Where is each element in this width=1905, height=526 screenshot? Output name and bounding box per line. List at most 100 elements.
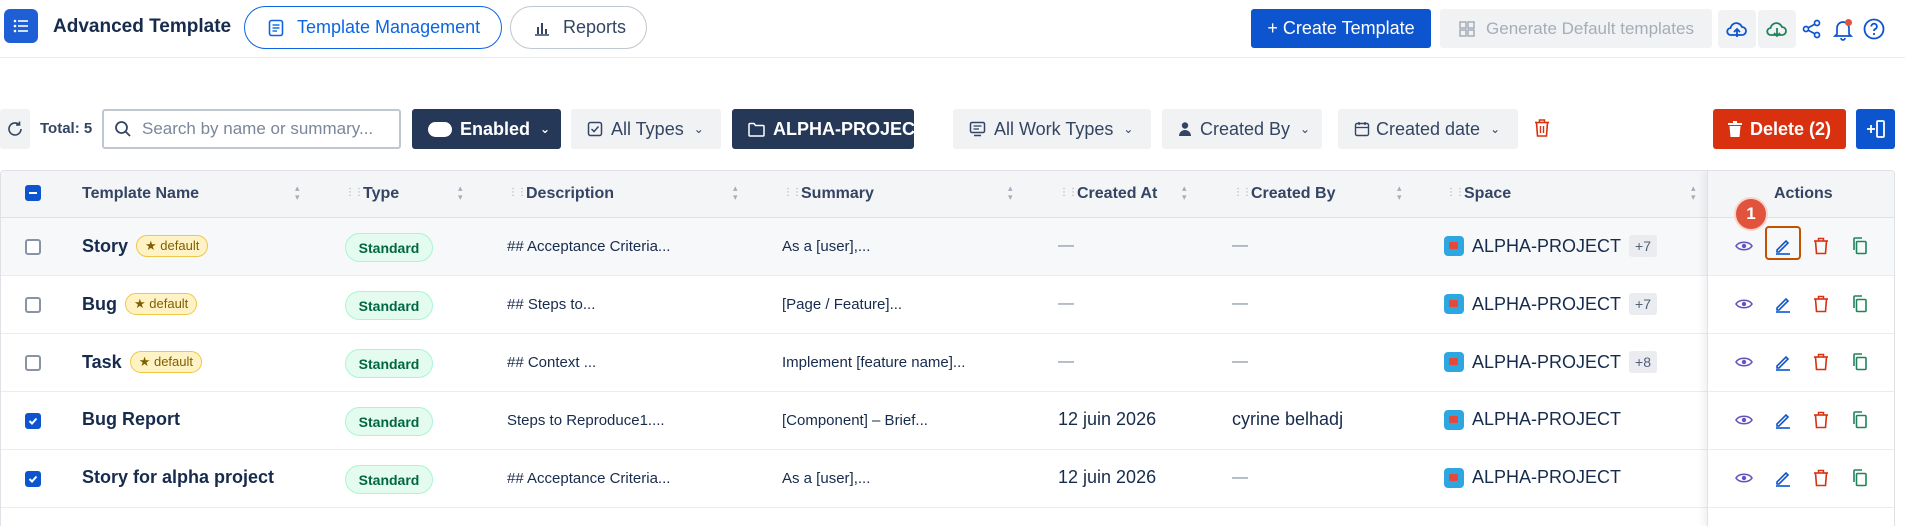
column-header-created-at[interactable]: Created At — [1077, 185, 1157, 203]
column-header-space[interactable]: Space — [1464, 185, 1511, 203]
more-spaces-badge[interactable]: +7 — [1629, 293, 1657, 315]
template-name[interactable]: Story for alpha project — [82, 467, 274, 488]
sort-icon[interactable]: ▴ ▾ — [1182, 184, 1187, 202]
work-type-filter-label: All Work Types — [994, 118, 1114, 139]
space-name: ALPHA-PROJECT — [1472, 409, 1622, 429]
table-row[interactable]: Story for alpha project Standard ## Acce… — [1, 450, 1894, 508]
calendar-icon — [1354, 121, 1370, 137]
status-filter[interactable]: Enabled ⌄ — [412, 109, 561, 149]
refresh-button[interactable] — [0, 109, 30, 149]
type-filter[interactable]: All Types ⌄ — [571, 109, 721, 149]
summary-cell: As a [user],... — [782, 470, 871, 487]
app-menu-icon[interactable] — [4, 9, 38, 43]
delete-icon[interactable] — [1810, 409, 1832, 431]
project-icon — [1444, 409, 1464, 430]
duplicate-icon[interactable] — [1849, 409, 1871, 431]
drag-handle-icon[interactable]: ⋮⋮ — [508, 187, 527, 198]
sort-icon[interactable]: ▴ ▾ — [1397, 184, 1402, 202]
generate-default-templates-button[interactable]: Generate Default templates — [1440, 9, 1712, 48]
view-icon[interactable] — [1733, 351, 1755, 373]
more-spaces-badge[interactable]: +8 — [1629, 351, 1657, 373]
template-name[interactable]: Bug ★ default — [82, 293, 198, 315]
sort-icon[interactable]: ▴ ▾ — [295, 184, 300, 202]
delete-icon[interactable] — [1810, 293, 1832, 315]
edit-icon[interactable] — [1772, 467, 1794, 489]
help-icon[interactable] — [1855, 10, 1893, 48]
column-header-name[interactable]: Template Name — [82, 185, 199, 203]
column-header-description[interactable]: Description — [526, 185, 614, 203]
row-checkbox[interactable] — [25, 297, 41, 313]
sort-icon[interactable]: ▴ ▾ — [1691, 184, 1696, 202]
description-cell: ## Steps to... — [507, 296, 596, 313]
table-row[interactable]: Bug ★ default Standard ## Steps to... [Pa… — [1, 276, 1894, 334]
project-filter[interactable]: ALPHA-PROJECT ⌄ — [732, 109, 946, 149]
delete-icon[interactable] — [1810, 235, 1832, 257]
table-row[interactable]: Bug Report Standard Steps to Reproduce1.… — [1, 392, 1894, 450]
space-cell: ALPHA-PROJECT +8 — [1444, 351, 1657, 373]
type-badge: Standard — [345, 291, 433, 320]
table-row[interactable]: Task ★ default Standard ## Context ... Im… — [1, 334, 1894, 392]
delete-icon[interactable] — [1810, 467, 1832, 489]
sort-icon[interactable]: ▴ ▾ — [733, 184, 738, 202]
column-header-type[interactable]: Type — [363, 185, 399, 203]
delete-label: Delete (2) — [1749, 118, 1832, 139]
table-row[interactable]: Story ★ default Standard ## Acceptance Cr… — [1, 218, 1894, 276]
tab-reports[interactable]: Reports — [510, 6, 647, 49]
top-header: Advanced Template Template Management Re… — [0, 0, 1905, 58]
view-icon[interactable] — [1733, 235, 1755, 257]
duplicate-icon[interactable] — [1849, 467, 1871, 489]
column-header-summary[interactable]: Summary — [801, 185, 874, 203]
default-badge: ★ default — [136, 235, 209, 257]
edit-icon[interactable] — [1772, 293, 1794, 315]
delete-selected-button[interactable]: Delete (2) — [1713, 109, 1846, 149]
edit-icon[interactable] — [1772, 409, 1794, 431]
sort-icon[interactable]: ▴ ▾ — [1008, 184, 1013, 202]
view-icon[interactable] — [1733, 293, 1755, 315]
column-header-created-by[interactable]: Created By — [1251, 185, 1335, 203]
work-type-filter[interactable]: All Work Types ⌄ — [953, 109, 1151, 149]
created-at-cell: 12 juin 2026 — [1058, 409, 1157, 429]
upload-cloud-icon[interactable] — [1718, 10, 1756, 48]
search-input[interactable] — [142, 119, 382, 139]
template-name[interactable]: Task ★ default — [82, 351, 203, 373]
row-checkbox[interactable] — [25, 471, 41, 487]
delete-icon[interactable] — [1810, 351, 1832, 373]
type-filter-label: All Types — [611, 118, 684, 139]
edit-icon[interactable] — [1772, 351, 1794, 373]
search-box[interactable] — [102, 109, 401, 149]
created-by-cell: — — [1232, 295, 1248, 312]
created-by-cell: cyrine belhadj — [1232, 409, 1344, 429]
tab-template-management[interactable]: Template Management — [244, 6, 502, 49]
drag-handle-icon[interactable]: ⋮⋮ — [1059, 187, 1078, 198]
create-template-button[interactable]: + Create Template — [1251, 9, 1431, 48]
template-name[interactable]: Bug Report — [82, 409, 180, 430]
more-spaces-badge[interactable]: +7 — [1629, 235, 1657, 257]
app-title: Advanced Template — [53, 16, 232, 37]
template-name[interactable]: Story ★ default — [82, 235, 209, 257]
select-all-checkbox[interactable] — [25, 185, 41, 201]
project-icon — [1444, 294, 1464, 314]
row-checkbox[interactable] — [25, 239, 41, 255]
row-checkbox[interactable] — [25, 413, 41, 429]
duplicate-icon[interactable] — [1849, 293, 1871, 315]
default-badge: ★ default — [129, 351, 203, 373]
view-icon[interactable] — [1733, 467, 1755, 489]
drag-handle-icon[interactable]: ⋮⋮ — [1446, 187, 1465, 198]
created-date-filter[interactable]: Created date ⌄ — [1338, 109, 1518, 149]
drag-handle-icon[interactable]: ⋮⋮ — [783, 187, 802, 198]
chevron-down-icon: ⌄ — [540, 122, 551, 136]
edit-highlight — [1765, 226, 1801, 260]
row-checkbox[interactable] — [25, 355, 41, 371]
type-badge: Standard — [345, 465, 433, 494]
view-icon[interactable] — [1733, 409, 1755, 431]
drag-handle-icon[interactable]: ⋮⋮ — [345, 187, 364, 198]
created-by-filter[interactable]: Created By ⌄ — [1162, 109, 1322, 149]
duplicate-icon[interactable] — [1849, 351, 1871, 373]
download-cloud-icon[interactable] — [1758, 10, 1796, 48]
duplicate-icon[interactable] — [1849, 235, 1871, 257]
sort-icon[interactable]: ▴ ▾ — [458, 184, 463, 202]
column-settings-button[interactable] — [1856, 109, 1895, 149]
clear-filters-trash-icon[interactable] — [1533, 118, 1551, 143]
drag-handle-icon[interactable]: ⋮⋮ — [1233, 187, 1252, 198]
status-filter-label: Enabled — [460, 118, 531, 139]
